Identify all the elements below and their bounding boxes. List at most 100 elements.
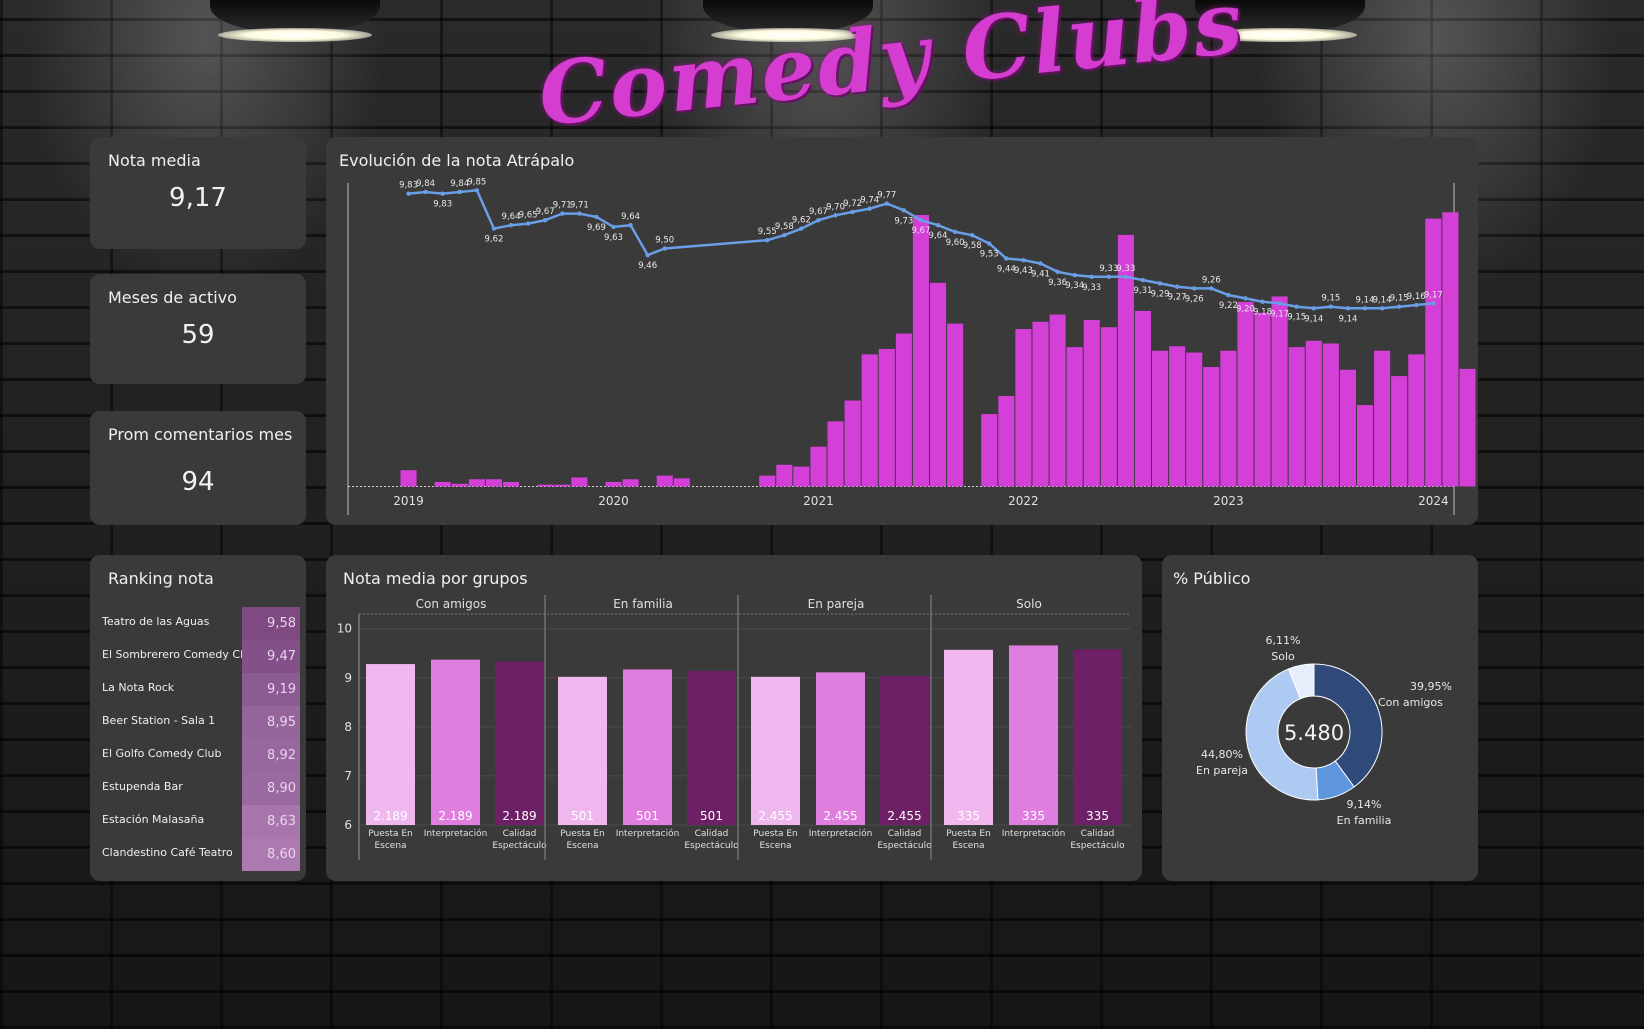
bar-count-label: 335: [1022, 809, 1045, 823]
rating-data-label: 9,73: [894, 216, 913, 226]
slice-name-label: En familia: [1337, 814, 1392, 827]
group-bar: [1073, 649, 1122, 825]
y-tick-label: 7: [344, 769, 352, 783]
ranking-row[interactable]: Clandestino Café Teatro 8,60: [102, 838, 300, 871]
category-label: Puesta En: [560, 829, 605, 839]
group-bar: [558, 676, 607, 825]
group-bar: [944, 649, 993, 825]
rating-data-label: 9,63: [604, 233, 623, 243]
ranking-club-name: Estupenda Bar: [102, 780, 183, 793]
comments-bar: [400, 470, 417, 487]
rating-point: [1106, 274, 1112, 279]
rating-data-label: 9,50: [655, 236, 674, 246]
rating-data-label: 9,15: [1321, 294, 1340, 304]
group-bar: [431, 659, 480, 825]
comments-bar: [1015, 329, 1032, 487]
ranking-title: Ranking nota: [108, 569, 214, 588]
category-label: Puesta En: [368, 829, 413, 839]
category-label: Calidad: [888, 829, 922, 839]
rating-point: [628, 223, 633, 228]
category-label: Espectáculo: [1070, 841, 1125, 851]
rating-point: [901, 208, 907, 213]
rating-data-label: 9,85: [467, 177, 486, 187]
rating-data-label: 9,62: [484, 235, 503, 245]
comments-bar: [1203, 367, 1220, 487]
rating-point: [1226, 292, 1231, 298]
ranking-score: 8,60: [242, 838, 300, 871]
comments-bar: [1220, 350, 1237, 487]
donut-center-total: 5.480: [1284, 721, 1344, 745]
category-label: Espectáculo: [492, 841, 547, 851]
ranking-row[interactable]: Estupenda Bar 8,90: [102, 772, 300, 805]
rating-point: [491, 226, 497, 231]
y-tick-label: 10: [337, 622, 352, 636]
rating-data-label: 9,69: [587, 223, 606, 233]
rating-point: [1260, 299, 1265, 304]
bar-count-label: 2.455: [823, 809, 857, 823]
ranking-club-name: Clandestino Café Teatro: [102, 846, 233, 859]
rating-point: [1021, 257, 1026, 263]
ranking-row[interactable]: La Nota Rock 9,19: [102, 673, 300, 706]
ranking-club-name: La Nota Rock: [102, 681, 175, 694]
ranking-row[interactable]: Teatro de las Aguas 9,58: [102, 607, 300, 640]
rating-point: [508, 223, 514, 228]
bar-count-label: 2.189: [502, 809, 536, 823]
rating-point: [423, 189, 428, 195]
group-bar: [751, 676, 800, 825]
slice-percent-label: 9,14%: [1347, 798, 1382, 811]
rating-point: [833, 213, 838, 218]
rating-point: [816, 218, 821, 223]
rating-point: [918, 218, 924, 223]
rating-point: [867, 206, 872, 211]
slice-percent-label: 6,11%: [1266, 634, 1301, 647]
kpi-label: Meses de activo: [108, 288, 237, 307]
groups-chart-card: Nota media por grupos 6 7 8 9 10 Con amigos 2.…: [326, 555, 1142, 881]
groups-chart[interactable]: 6 7 8 9 10 Con amigos 2.189 Puesta En Escena 2.18…: [326, 555, 1142, 881]
category-label: Calidad: [695, 829, 729, 839]
kpi-label: Nota media: [108, 151, 201, 170]
ranking-club-name: Beer Station - Sala 1: [102, 714, 216, 727]
x-tick-label: 2019: [393, 494, 424, 508]
comments-bar: [468, 479, 485, 487]
comments-bar: [605, 481, 622, 487]
comments-bar: [1356, 405, 1374, 487]
y-tick-label: 6: [344, 818, 352, 832]
comments-bar: [1049, 314, 1066, 487]
rating-point: [457, 189, 462, 195]
ranking-club-name: Estación Malasaña: [102, 813, 205, 826]
comments-bar: [912, 215, 929, 487]
group-bar: [1009, 645, 1058, 825]
rating-point: [1140, 277, 1146, 283]
comments-bar: [554, 484, 571, 487]
publico-donut-chart[interactable]: 39,95% Con amigos 9,14% En familia 44,80% En …: [1162, 555, 1478, 881]
comments-bar: [1152, 350, 1169, 487]
ranking-row[interactable]: El Golfo Comedy Club 8,92: [102, 739, 300, 772]
comments-bar: [571, 477, 588, 487]
ranking-score: 8,95: [242, 706, 300, 739]
kpi-value: 94: [181, 467, 215, 497]
bar-count-label: 2.455: [758, 809, 792, 823]
rating-point: [406, 191, 411, 196]
category-label: Escena: [566, 841, 598, 851]
bar-count-label: 335: [957, 809, 980, 823]
evolution-chart[interactable]: 2019 2020 2021 2022 2023 20249,839,849,839,84…: [326, 137, 1478, 525]
comments-bar: [981, 414, 998, 487]
rating-point: [1055, 269, 1060, 274]
comments-bar: [1305, 340, 1322, 487]
comments-bar: [810, 446, 827, 487]
comments-bar: [1322, 343, 1339, 487]
rating-point: [525, 221, 531, 226]
x-tick-label: 2020: [598, 494, 629, 508]
rating-point: [1072, 272, 1077, 278]
ranking-row[interactable]: Estación Malasaña 8,63: [102, 805, 300, 838]
rating-point: [1362, 306, 1368, 311]
kpi-value: 59: [181, 320, 215, 350]
ranking-row[interactable]: El Sombrerero Comedy Club 9,47: [102, 640, 300, 673]
rating-point: [645, 252, 650, 258]
rating-point: [935, 223, 941, 228]
ranking-row[interactable]: Beer Station - Sala 1 8,95: [102, 706, 300, 739]
comments-bar: [1237, 301, 1254, 487]
rating-data-label: 9,14: [1304, 314, 1323, 324]
kpi-card-nota-media: Nota media 9,17: [90, 137, 306, 249]
rating-data-label: 9,71: [570, 201, 589, 211]
